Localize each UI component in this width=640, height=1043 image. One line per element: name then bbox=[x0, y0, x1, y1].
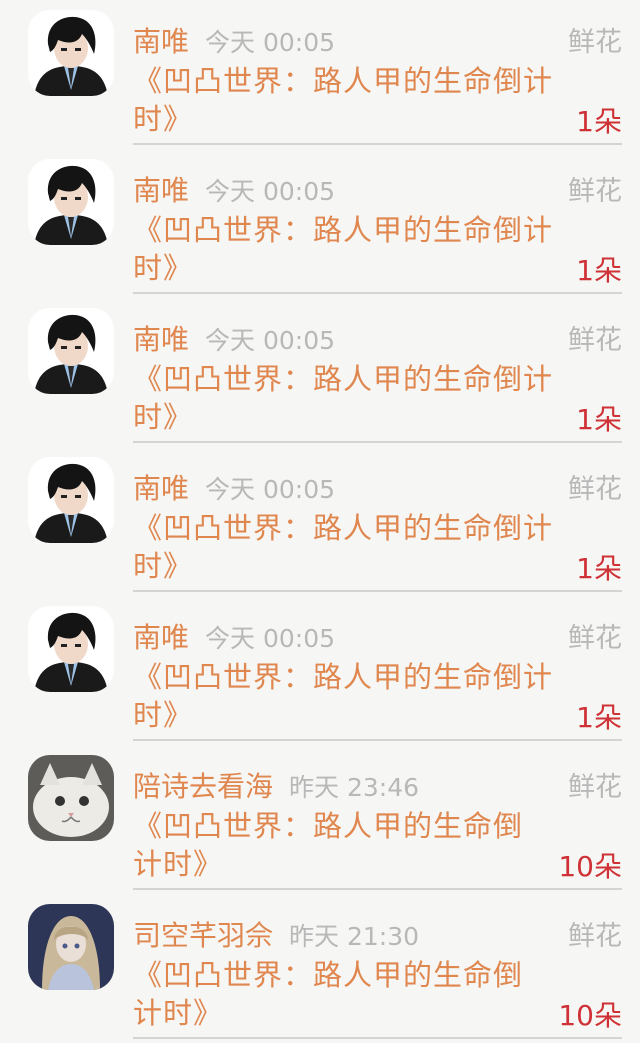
user-name-row: 南唯 今天 00:05 bbox=[133, 467, 335, 507]
user-name-row: 司空芊羽佘 昨天 21:30 bbox=[133, 914, 419, 954]
book-title[interactable]: 《凹凸世界：路人甲的生命倒计时》 bbox=[133, 211, 573, 287]
book-title[interactable]: 《凹凸世界：路人甲的生命倒计时》 bbox=[133, 62, 573, 138]
book-title[interactable]: 《凹凸世界：路人甲的生命倒计时》 bbox=[133, 509, 573, 585]
user-name-row: 南唯 今天 00:05 bbox=[133, 318, 335, 358]
timestamp: 昨天 23:46 bbox=[289, 773, 420, 802]
gift-amount: 1朵 bbox=[576, 701, 622, 734]
user-name[interactable]: 司空芊羽佘 bbox=[133, 919, 273, 952]
gift-type-label: 鲜花 bbox=[568, 921, 622, 952]
user-name[interactable]: 南唯 bbox=[133, 472, 189, 505]
avatar[interactable] bbox=[28, 606, 114, 692]
anime-boy-avatar-icon bbox=[28, 457, 114, 543]
divider bbox=[133, 590, 622, 592]
user-name-row: 陪诗去看海 昨天 23:46 bbox=[133, 765, 419, 805]
user-name-row: 南唯 今天 00:05 bbox=[133, 616, 335, 656]
list-item[interactable]: 南唯 今天 00:05 鲜花 《凹凸世界：路人甲的生命倒计时》 1朵 bbox=[0, 447, 640, 596]
gift-amount: 1朵 bbox=[576, 254, 622, 287]
divider bbox=[133, 739, 622, 741]
timestamp: 昨天 21:30 bbox=[289, 922, 420, 951]
avatar[interactable] bbox=[28, 308, 114, 394]
gift-amount: 10朵 bbox=[558, 999, 622, 1032]
timestamp: 今天 00:05 bbox=[205, 28, 336, 57]
book-title[interactable]: 《凹凸世界：路人甲的生命倒计时》 bbox=[133, 360, 573, 436]
list-item[interactable]: 司空芊羽佘 昨天 21:30 鲜花 《凹凸世界：路人甲的生命倒计时》 10朵 bbox=[0, 894, 640, 1043]
gift-list: 南唯 今天 00:05 鲜花 《凹凸世界：路人甲的生命倒计时》 1朵 南唯 今天 0… bbox=[0, 0, 640, 1040]
list-item[interactable]: 南唯 今天 00:05 鲜花 《凹凸世界：路人甲的生命倒计时》 1朵 bbox=[0, 596, 640, 745]
user-name[interactable]: 南唯 bbox=[133, 25, 189, 58]
gift-amount: 1朵 bbox=[576, 552, 622, 585]
divider bbox=[133, 292, 622, 294]
timestamp: 今天 00:05 bbox=[205, 326, 336, 355]
timestamp: 今天 00:05 bbox=[205, 624, 336, 653]
anime-boy-avatar-icon bbox=[28, 10, 114, 96]
gift-type-label: 鲜花 bbox=[568, 27, 622, 58]
gift-type-label: 鲜花 bbox=[568, 623, 622, 654]
gift-amount: 1朵 bbox=[576, 105, 622, 138]
user-name[interactable]: 陪诗去看海 bbox=[133, 770, 273, 803]
divider bbox=[133, 888, 622, 890]
anime-girl-avatar-icon bbox=[28, 904, 114, 990]
anime-boy-avatar-icon bbox=[28, 159, 114, 245]
divider bbox=[133, 1037, 622, 1039]
avatar[interactable] bbox=[28, 159, 114, 245]
user-name-row: 南唯 今天 00:05 bbox=[133, 169, 335, 209]
user-name[interactable]: 南唯 bbox=[133, 323, 189, 356]
book-title[interactable]: 《凹凸世界：路人甲的生命倒计时》 bbox=[133, 807, 543, 883]
gift-amount: 10朵 bbox=[558, 850, 622, 883]
user-name[interactable]: 南唯 bbox=[133, 174, 189, 207]
book-title[interactable]: 《凹凸世界：路人甲的生命倒计时》 bbox=[133, 658, 573, 734]
timestamp: 今天 00:05 bbox=[205, 177, 336, 206]
gift-type-label: 鲜花 bbox=[568, 474, 622, 505]
list-item[interactable]: 南唯 今天 00:05 鲜花 《凹凸世界：路人甲的生命倒计时》 1朵 bbox=[0, 298, 640, 447]
list-item[interactable]: 南唯 今天 00:05 鲜花 《凹凸世界：路人甲的生命倒计时》 1朵 bbox=[0, 0, 640, 149]
list-item[interactable]: 南唯 今天 00:05 鲜花 《凹凸世界：路人甲的生命倒计时》 1朵 bbox=[0, 149, 640, 298]
divider bbox=[133, 143, 622, 145]
avatar[interactable] bbox=[28, 755, 114, 841]
gift-type-label: 鲜花 bbox=[568, 772, 622, 803]
anime-boy-avatar-icon bbox=[28, 308, 114, 394]
gift-amount: 1朵 bbox=[576, 403, 622, 436]
gift-type-label: 鲜花 bbox=[568, 176, 622, 207]
avatar[interactable] bbox=[28, 10, 114, 96]
divider bbox=[133, 441, 622, 443]
cat-avatar-icon bbox=[28, 755, 114, 841]
anime-boy-avatar-icon bbox=[28, 606, 114, 692]
avatar[interactable] bbox=[28, 457, 114, 543]
gift-type-label: 鲜花 bbox=[568, 325, 622, 356]
timestamp: 今天 00:05 bbox=[205, 475, 336, 504]
list-item[interactable]: 陪诗去看海 昨天 23:46 鲜花 《凹凸世界：路人甲的生命倒计时》 10朵 bbox=[0, 745, 640, 894]
user-name[interactable]: 南唯 bbox=[133, 621, 189, 654]
book-title[interactable]: 《凹凸世界：路人甲的生命倒计时》 bbox=[133, 956, 543, 1032]
avatar[interactable] bbox=[28, 904, 114, 990]
user-name-row: 南唯 今天 00:05 bbox=[133, 20, 335, 60]
